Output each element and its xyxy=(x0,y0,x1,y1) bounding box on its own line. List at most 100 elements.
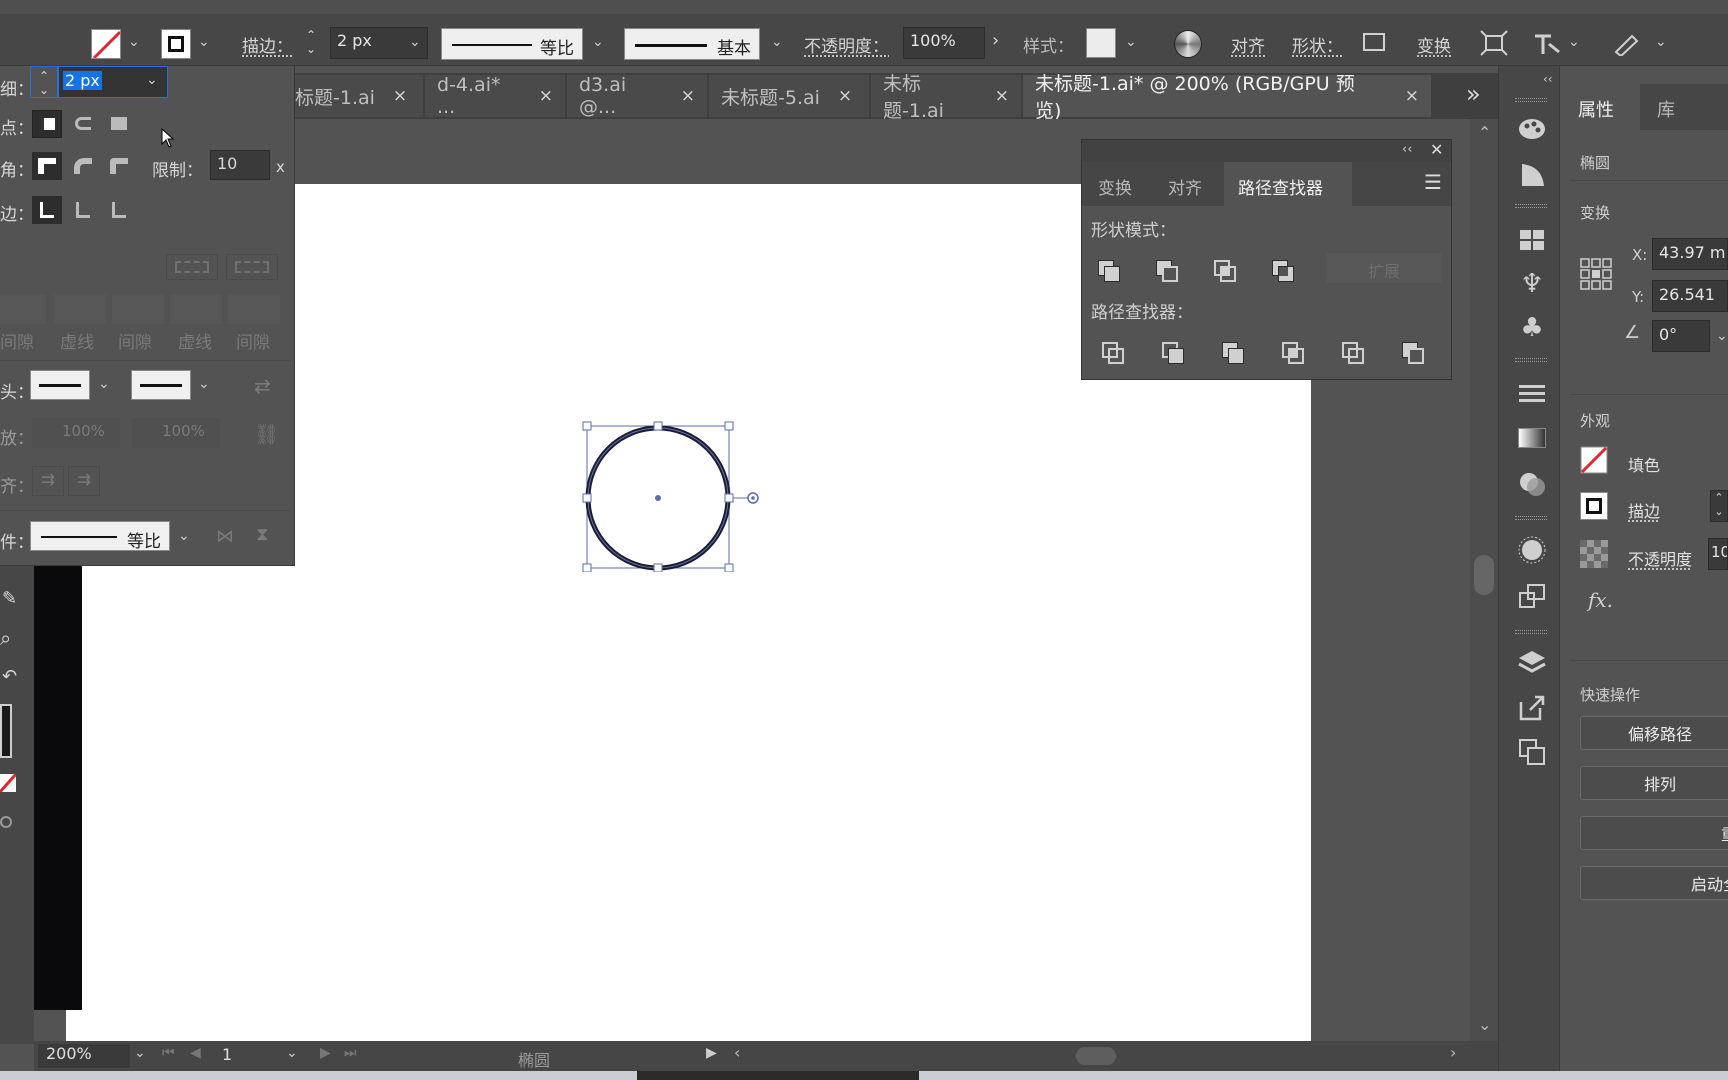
variable-width-profile[interactable]: 等比 xyxy=(441,28,583,60)
recolor-icon[interactable] xyxy=(1174,30,1202,58)
dash-preserve-icon[interactable] xyxy=(226,254,278,280)
appearance-panel-icon[interactable] xyxy=(1510,532,1554,568)
round-join-button[interactable] xyxy=(68,152,98,180)
stroke-color-box[interactable] xyxy=(0,704,12,758)
ellipse-selection[interactable] xyxy=(578,420,762,572)
link-scale-icon[interactable]: ⛓ xyxy=(254,422,279,446)
stroke-weight-chevron-icon[interactable]: ⌄ xyxy=(409,34,421,50)
close-panel-icon[interactable]: ✕ xyxy=(1430,140,1443,159)
screen-mode-icon[interactable] xyxy=(0,816,12,828)
opacity-appearance-field[interactable]: 10 xyxy=(1708,538,1728,570)
first-artboard-icon[interactable]: ⏮ xyxy=(162,1045,175,1061)
status-menu-arrow-icon[interactable]: ▶ xyxy=(706,1045,717,1061)
last-artboard-icon[interactable]: ⏭ xyxy=(344,1045,357,1061)
recolor-quick-button[interactable]: 重 xyxy=(1580,816,1728,850)
swap-arrowheads-icon[interactable]: ⇄ xyxy=(254,374,271,398)
flip-across-icon[interactable]: ⧗ xyxy=(256,524,269,545)
profile-select-chevron-icon[interactable]: ⌄ xyxy=(178,528,190,544)
divide-button[interactable] xyxy=(1100,340,1126,366)
tab-transform[interactable]: 变换 xyxy=(1098,174,1132,199)
fill-swatch[interactable] xyxy=(91,29,121,59)
dash-field[interactable] xyxy=(228,294,280,324)
crop-button[interactable] xyxy=(1280,340,1306,366)
graphic-styles-icon[interactable] xyxy=(1510,578,1554,614)
start-arrowhead-chevron-icon[interactable]: ⌄ xyxy=(98,376,110,392)
stroke-swatch[interactable] xyxy=(161,29,191,59)
close-tab-icon[interactable]: × xyxy=(1405,86,1419,106)
shape-link[interactable]: 形状： xyxy=(1292,32,1343,57)
opacity-appearance-label[interactable]: 不透明度 xyxy=(1628,546,1692,570)
collapse-dock-icon[interactable]: ‹‹ xyxy=(1543,72,1553,86)
trim-button[interactable] xyxy=(1160,340,1186,366)
style-chevron-icon[interactable]: ⌄ xyxy=(1125,34,1137,50)
scroll-thumb[interactable] xyxy=(1474,555,1494,595)
zoom-chevron-icon[interactable]: ⌄ xyxy=(134,1045,146,1061)
scroll-down-icon[interactable]: ⌄ xyxy=(1478,1015,1491,1034)
opacity-checker-icon[interactable] xyxy=(1580,540,1608,568)
tab-doc-5[interactable]: 未标题-1.ai × xyxy=(871,75,1021,117)
dock-grip[interactable] xyxy=(1515,98,1547,102)
dash-field[interactable] xyxy=(170,294,222,324)
artboards-icon[interactable] xyxy=(1510,734,1554,770)
bevel-join-button[interactable] xyxy=(104,152,134,180)
fx-icon[interactable]: fx. xyxy=(1588,588,1613,612)
dash-field[interactable] xyxy=(112,294,164,324)
layers-icon[interactable] xyxy=(1510,644,1554,680)
close-tab-icon[interactable]: × xyxy=(681,86,695,106)
exclude-button[interactable] xyxy=(1270,258,1296,284)
opacity-label[interactable]: 不透明度： xyxy=(804,32,889,57)
dash-field[interactable] xyxy=(54,294,106,324)
expand-button[interactable]: 扩展 xyxy=(1326,253,1442,283)
stroke-appearance-label[interactable]: 描边 xyxy=(1628,498,1660,522)
dash-align-corners-icon[interactable] xyxy=(166,254,218,280)
none-color-icon[interactable] xyxy=(0,774,16,792)
stroke-dropdown-chevron-icon[interactable]: ⌄ xyxy=(198,34,210,50)
opacity-field[interactable]: 100% xyxy=(903,27,985,59)
profile-chevron-icon[interactable]: ⌄ xyxy=(592,34,604,50)
offset-path-button[interactable]: 偏移路径 xyxy=(1580,716,1728,750)
shape-bounds-icon[interactable] xyxy=(1363,33,1385,51)
butt-cap-button[interactable] xyxy=(32,110,62,138)
tab-doc-3[interactable]: d3.ai @... × xyxy=(567,75,707,117)
stroke-panel-icon[interactable] xyxy=(1510,376,1554,412)
swatches-icon[interactable] xyxy=(1510,222,1554,258)
opacity-arrow-icon[interactable]: › xyxy=(992,30,999,51)
angle-field[interactable]: 0° xyxy=(1652,320,1710,352)
transform-link[interactable]: 变换 xyxy=(1417,32,1451,57)
symbols-icon[interactable]: ♣ xyxy=(1510,310,1554,346)
minus-front-button[interactable] xyxy=(1154,258,1180,284)
flip-along-icon[interactable]: ⋈ xyxy=(216,526,234,547)
gradient-panel-icon[interactable] xyxy=(1510,420,1554,456)
outline-button[interactable] xyxy=(1340,340,1366,366)
end-arrowhead-chevron-icon[interactable]: ⌄ xyxy=(198,376,210,392)
dock-grip[interactable] xyxy=(1515,516,1547,520)
export-icon[interactable] xyxy=(1510,690,1554,726)
close-tab-icon[interactable]: × xyxy=(393,86,407,106)
x-field[interactable]: 43.97 m xyxy=(1652,238,1728,270)
tab-pathfinder[interactable]: 路径查找器 xyxy=(1224,162,1352,206)
dock-grip[interactable] xyxy=(1515,630,1547,634)
brush-chevron-icon[interactable]: ⌄ xyxy=(771,34,783,50)
miter-join-button[interactable] xyxy=(32,152,62,180)
transparency-panel-icon[interactable] xyxy=(1510,466,1554,502)
tab-doc-2[interactable]: d-4.ai* ... × xyxy=(425,75,565,117)
edit-chevron-icon[interactable]: ⌄ xyxy=(1655,34,1667,50)
align-center-button[interactable] xyxy=(32,196,62,224)
stroke-color-swatch[interactable] xyxy=(1580,492,1608,520)
angle-chevron-icon[interactable]: ⌄ xyxy=(1716,328,1728,344)
tab-align[interactable]: 对齐 xyxy=(1168,174,1202,199)
projecting-cap-button[interactable] xyxy=(104,110,134,138)
stroke-label[interactable]: 描边： xyxy=(242,32,293,57)
swatch-gradient-icon[interactable] xyxy=(1510,156,1554,192)
pen-tool-icon[interactable]: ✎ xyxy=(2,588,17,609)
graphic-style-swatch[interactable] xyxy=(1086,28,1116,58)
tab-properties[interactable]: 属性 xyxy=(1562,84,1640,130)
weight-chevron-icon[interactable]: ⌄ xyxy=(146,72,158,88)
intersect-button[interactable] xyxy=(1212,258,1238,284)
align-outside-button[interactable] xyxy=(104,196,134,224)
color-guide-icon[interactable] xyxy=(1510,110,1554,146)
prev-artboard-icon[interactable]: ◀ xyxy=(190,1045,201,1061)
zoom-tool-icon[interactable]: ⌕ xyxy=(0,626,11,650)
dash-field[interactable] xyxy=(0,294,46,324)
fill-none-icon[interactable] xyxy=(1580,446,1608,474)
